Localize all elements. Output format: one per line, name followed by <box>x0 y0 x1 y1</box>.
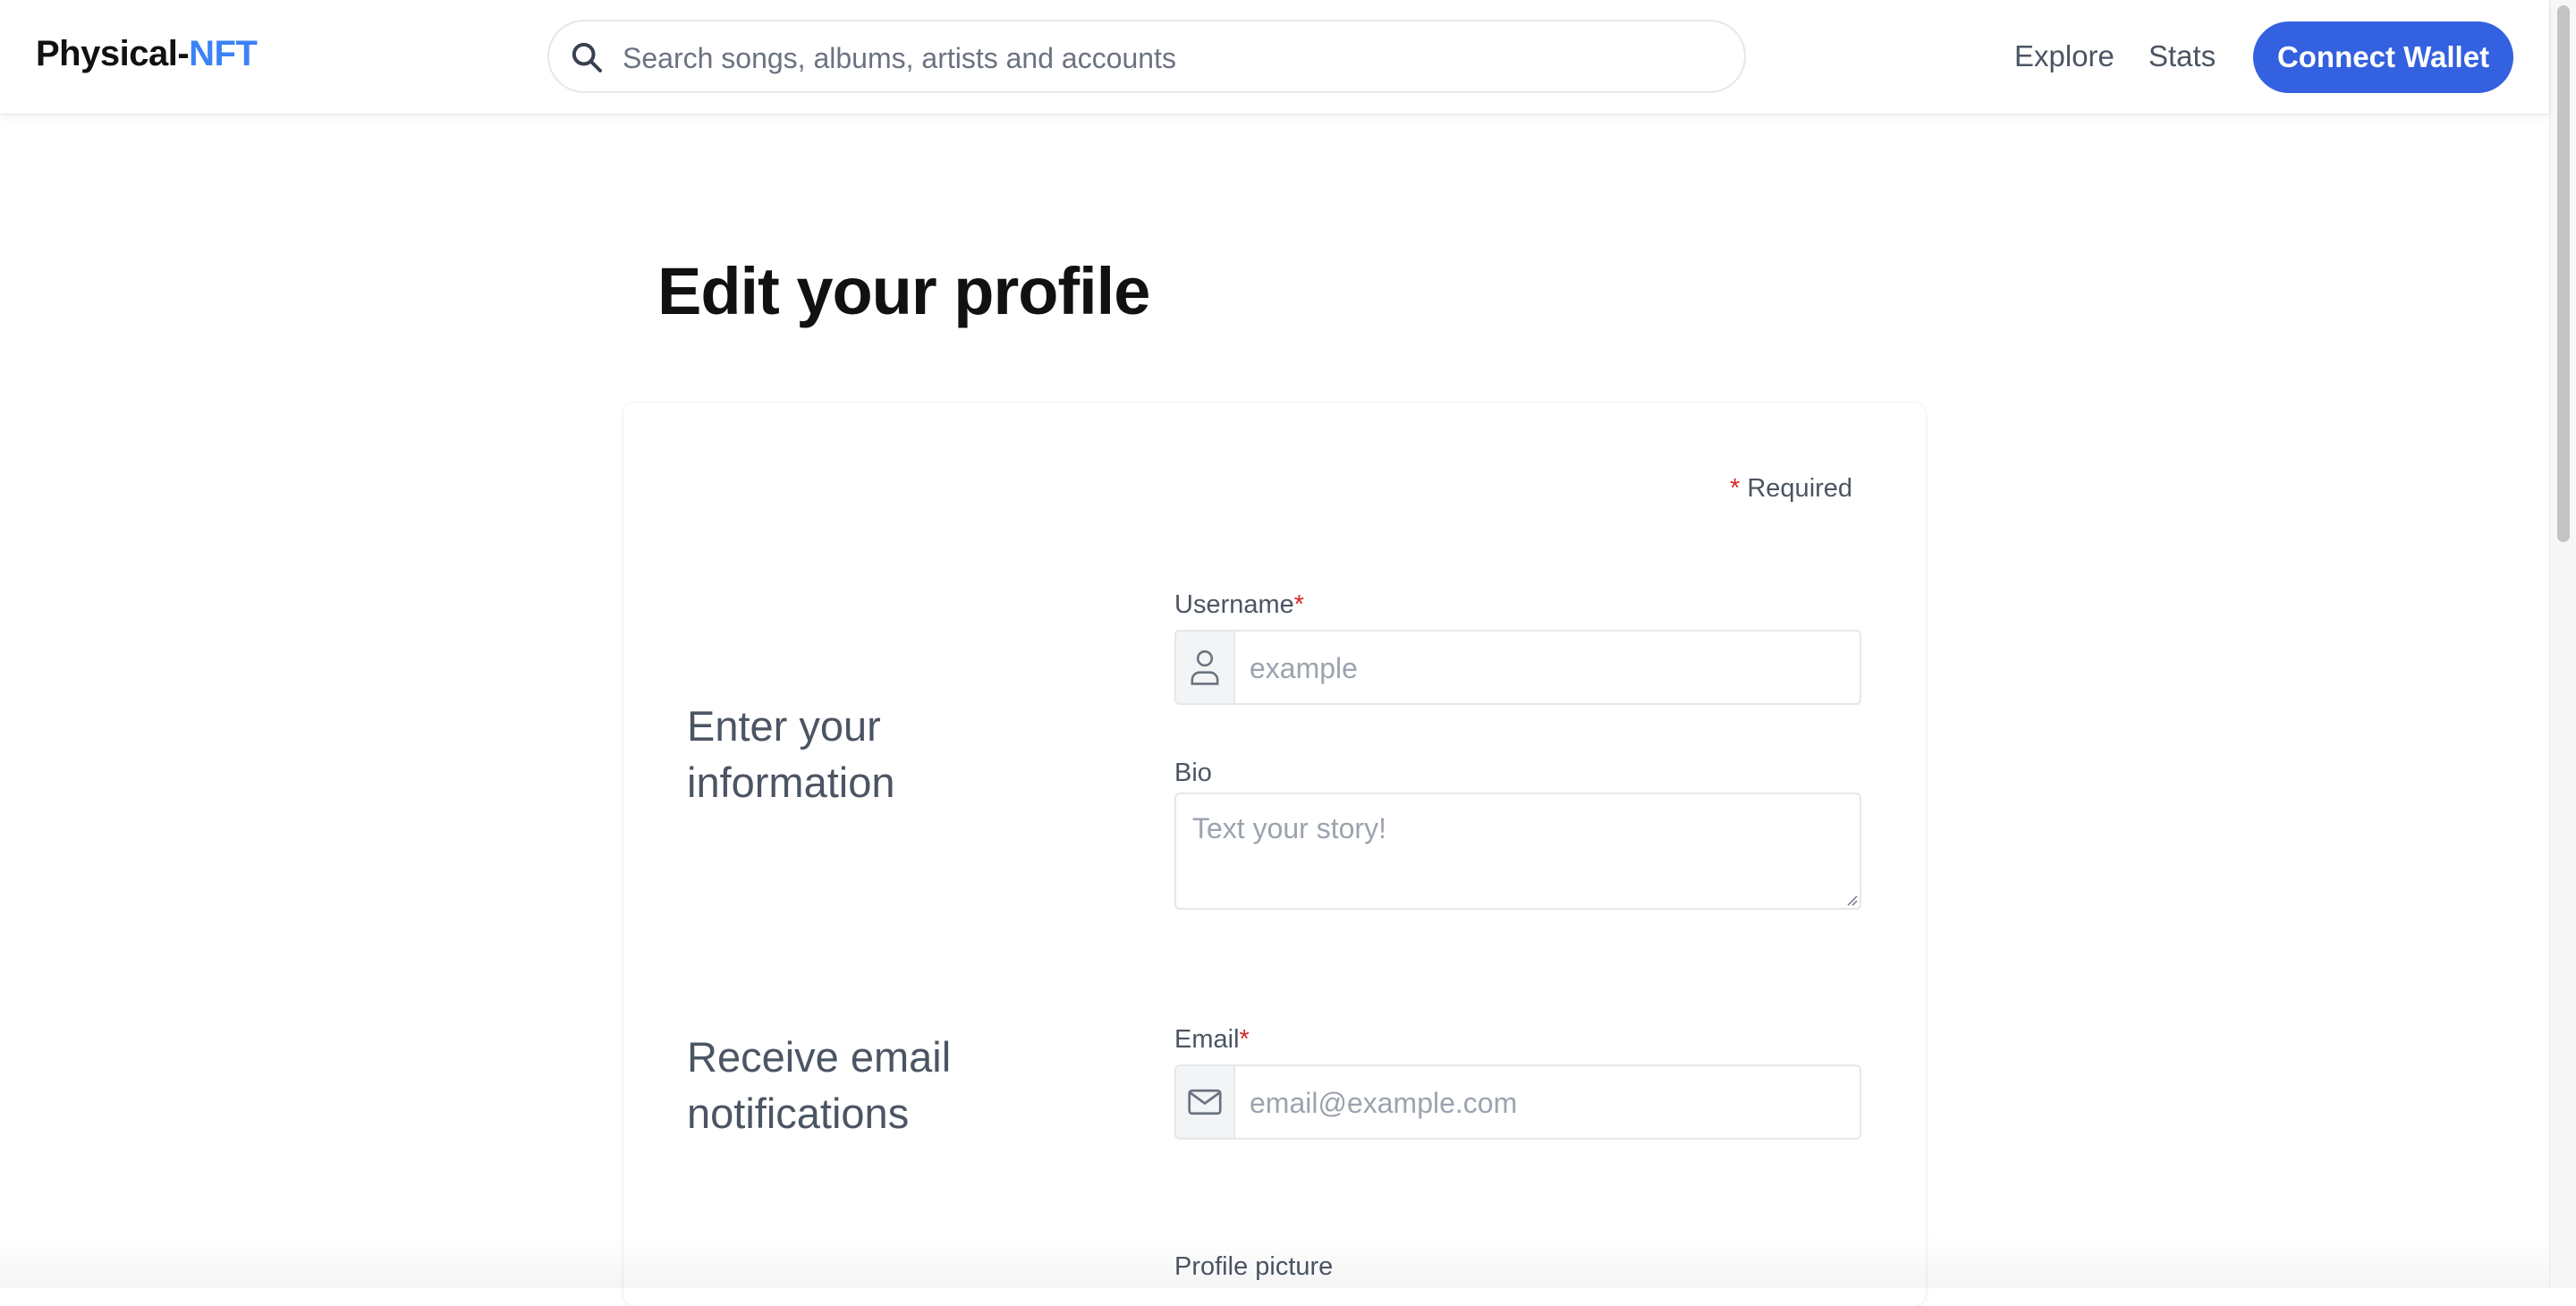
section-title-email: Receive email notifications <box>687 1033 952 1137</box>
username-field <box>1174 630 1861 705</box>
email-label: Email* <box>1174 1025 1250 1055</box>
profile-picture-label: Profile picture <box>1174 1252 1334 1281</box>
logo-accent-text: NFT <box>189 34 258 73</box>
email-addon <box>1176 1066 1235 1138</box>
section-title-information: Enter your information <box>687 702 895 806</box>
search-input[interactable] <box>621 30 1716 86</box>
user-icon <box>1191 650 1219 685</box>
site-logo[interactable]: Physical-NFT <box>36 34 258 74</box>
email-label-text: Email <box>1174 1025 1240 1054</box>
required-legend: * Required <box>1730 474 1852 504</box>
username-addon <box>1176 632 1235 703</box>
nav-stats-link[interactable]: Stats <box>2148 39 2216 73</box>
required-legend-label: Required <box>1747 474 1853 503</box>
page-scrollbar[interactable] <box>2549 0 2576 1288</box>
nav-explore-link[interactable]: Explore <box>2014 39 2114 73</box>
logo-primary-text: Physical- <box>36 34 190 73</box>
bio-textarea[interactable] <box>1174 793 1861 910</box>
bio-label: Bio <box>1174 759 1212 787</box>
required-asterisk: * <box>1730 474 1741 503</box>
page-title: Edit your profile <box>657 254 1150 328</box>
email-input[interactable] <box>1248 1075 1851 1131</box>
email-required-mark: * <box>1239 1025 1250 1054</box>
mail-icon <box>1188 1089 1222 1115</box>
top-navbar: Physical-NFT Explore Stats Connect Walle… <box>0 0 2549 114</box>
search-icon <box>572 42 602 72</box>
username-input[interactable] <box>1248 640 1851 696</box>
resize-grip-icon[interactable] <box>1845 894 1858 906</box>
search-bar[interactable] <box>547 20 1746 93</box>
scrollbar-thumb[interactable] <box>2557 5 2570 542</box>
connect-wallet-button[interactable]: Connect Wallet <box>2253 21 2513 93</box>
username-label-text: Username <box>1174 590 1294 619</box>
username-label: Username* <box>1174 590 1304 620</box>
email-field <box>1174 1064 1861 1140</box>
username-required-mark: * <box>1293 590 1305 619</box>
